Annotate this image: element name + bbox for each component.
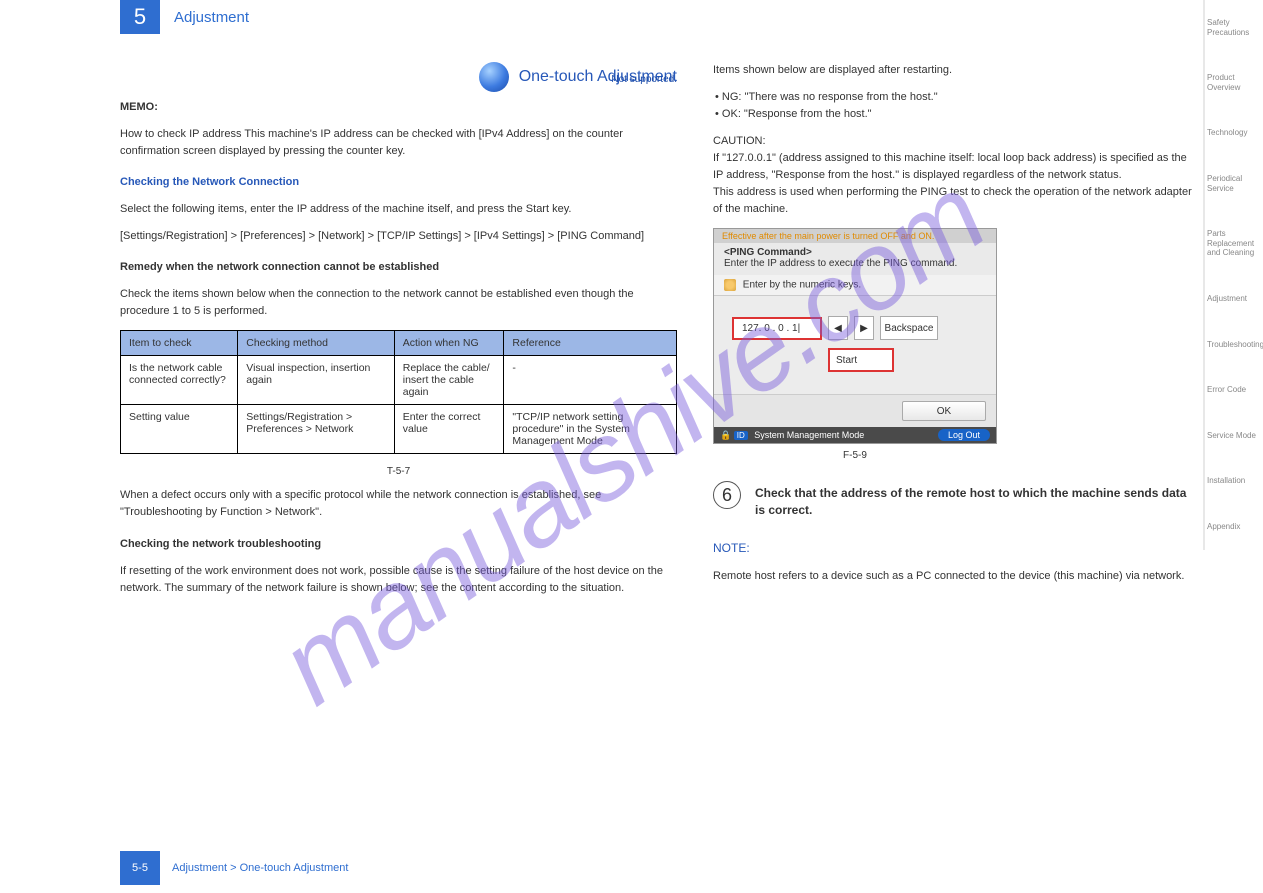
table-note: When a defect occurs only with a specifi… (120, 487, 677, 521)
hint-icon (724, 279, 736, 291)
td: - (504, 356, 677, 405)
td: Setting value (121, 405, 238, 454)
page-number-box: 5-5 (120, 851, 160, 885)
dialog-title: <PING Command> (724, 247, 986, 258)
remedy-title: Remedy when the network connection canno… (120, 259, 677, 276)
figure-caption: F-5-9 (713, 450, 997, 461)
page-footer: 5-5 Adjustment > One-touch Adjustment (120, 851, 348, 885)
chapter-number-box: 5 (120, 0, 160, 34)
left-column: One-touch Adjustment Not supported. MEMO… (120, 62, 677, 607)
status-text: System Management Mode (754, 430, 864, 440)
dialog-hint-text: Enter by the numeric keys. (743, 280, 861, 291)
section-one-touch: One-touch Adjustment (120, 62, 677, 92)
th: Reference (504, 331, 677, 356)
section-check-title: Checking the Network Connection (120, 174, 677, 191)
chapter-title: Adjustment (174, 9, 249, 26)
dialog-top-msg: Effective after the main power is turned… (714, 229, 996, 243)
td: Settings/Registration > Preferences > Ne… (238, 405, 395, 454)
table-caption: T-5-7 (120, 466, 677, 477)
note-title: NOTE: (713, 539, 1193, 558)
remedy-body: Check the items shown below when the con… (120, 286, 677, 320)
list-item: OK: "Response from the host." (715, 106, 1193, 123)
td: Enter the correct value (394, 405, 504, 454)
ok-button[interactable]: OK (902, 401, 986, 421)
backspace-button[interactable]: Backspace (880, 316, 938, 340)
ping-dialog: Effective after the main power is turned… (713, 228, 997, 444)
th: Checking method (238, 331, 395, 356)
dialog-subtitle: Enter the IP address to execute the PING… (724, 258, 986, 269)
start-button[interactable]: Start (828, 348, 894, 372)
dialog-hint: Enter by the numeric keys. (714, 275, 996, 296)
remedy-table: Item to check Checking method Action whe… (120, 330, 677, 454)
dialog-footer: OK (714, 394, 996, 427)
td: Is the network cable connected correctly… (121, 356, 238, 405)
table-row: Is the network cable connected correctly… (121, 356, 677, 405)
lock-icon: 🔒 (720, 430, 731, 440)
note-body: Remote host refers to a device such as a… (713, 568, 1193, 585)
ip-input[interactable]: 127. 0 . 0 . 1| (732, 317, 822, 340)
bullet-icon (479, 62, 509, 92)
dialog-status-bar: 🔒 ID System Management Mode Log Out (714, 427, 996, 443)
memo-body: How to check IP address This machine's I… (120, 126, 677, 160)
arrow-left-button[interactable]: ◀ (828, 316, 848, 340)
step-text: Check that the address of the remote hos… (755, 481, 1193, 519)
td: "TCP/IP network setting procedure" in th… (504, 405, 677, 454)
list-note: Items shown below are displayed after re… (713, 62, 1193, 79)
td: Visual inspection, insertion again (238, 356, 395, 405)
th: Action when NG (394, 331, 504, 356)
footer-text: Adjustment > One-touch Adjustment (172, 862, 348, 874)
chapter-bar: 5 Adjustment (120, 0, 1193, 34)
arrow-right-button[interactable]: ▶ (854, 316, 874, 340)
memo-title: MEMO: (120, 99, 677, 116)
remedy2-body: If resetting of the work environment doe… (120, 563, 677, 597)
step-number: 6 (713, 481, 741, 509)
logout-button[interactable]: Log Out (938, 429, 990, 441)
th: Item to check (121, 331, 238, 356)
remedy2-title: Checking the network troubleshooting (120, 536, 677, 553)
table-row: Setting value Settings/Registration > Pr… (121, 405, 677, 454)
caution-text: CAUTION: If "127.0.0.1" (address assigne… (713, 133, 1193, 218)
list-item: NG: "There was no response from the host… (715, 89, 1193, 106)
dialog-header: <PING Command> Enter the IP address to e… (714, 243, 996, 275)
op-text: Select the following items, enter the IP… (120, 201, 677, 218)
td: Replace the cable/ insert the cable agai… (394, 356, 504, 405)
dialog-body: 127. 0 . 0 . 1| ◀ ▶ Backspace Start (714, 296, 996, 394)
right-column: Items shown below are displayed after re… (713, 62, 1193, 607)
result-list: NG: "There was no response from the host… (715, 89, 1193, 123)
id-badge: ID (734, 431, 748, 440)
op-path: [Settings/Registration] > [Preferences] … (120, 228, 677, 245)
